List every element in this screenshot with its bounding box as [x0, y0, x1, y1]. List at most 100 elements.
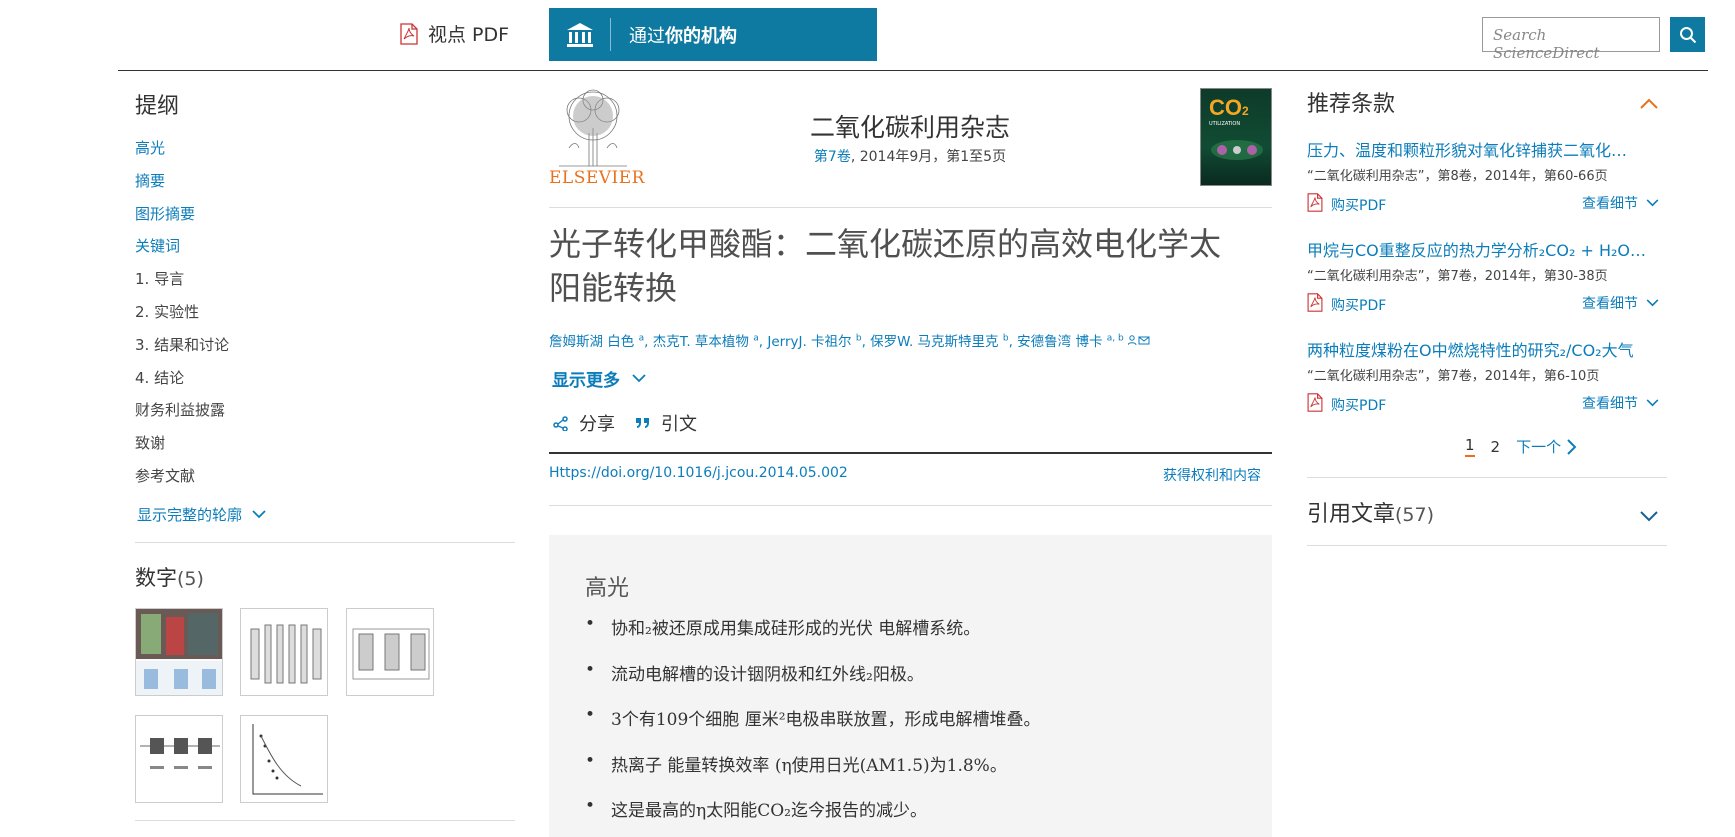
- top-bar: [118, 0, 1708, 71]
- highlights-title: 高光: [585, 576, 630, 601]
- chevron-right-icon: [1567, 438, 1577, 455]
- highlight-text: 3个有109个细胞 厘米²电极串联放置，形成电解槽堆叠。: [611, 710, 1041, 730]
- author-link[interactable]: 安德鲁湾 博卡: [1017, 334, 1102, 350]
- bullet: •: [585, 659, 596, 680]
- outline-item[interactable]: 1. 导言: [135, 268, 184, 289]
- chevron-down-icon: [1646, 195, 1659, 211]
- chevron-down-icon: [1646, 395, 1659, 411]
- divider: [135, 820, 515, 821]
- show-more-label: 显示更多: [552, 371, 620, 391]
- view-details-button[interactable]: 查看细节: [1582, 193, 1659, 213]
- show-more-button[interactable]: 显示更多: [552, 366, 646, 391]
- outline-item[interactable]: 高光: [135, 137, 165, 158]
- divider: [1307, 477, 1667, 478]
- volume-link[interactable]: 第7卷: [814, 149, 851, 165]
- cover-caption: UTILIZATION: [1209, 121, 1241, 127]
- author-list: 詹姆斯湖 白色 a, 杰克T. 草本植物 a, JerryJ. 卡祖尔 b, 保…: [549, 330, 1272, 350]
- outline-title: 提纲: [135, 94, 180, 119]
- buy-pdf-button[interactable]: 购买PDF: [1307, 393, 1386, 416]
- cite-label: 引文: [661, 414, 697, 435]
- view-details-label: 查看细节: [1582, 196, 1638, 212]
- buy-pdf-button[interactable]: 购买PDF: [1307, 193, 1386, 216]
- show-full-outline-button[interactable]: 显示完整的轮廓: [137, 504, 266, 525]
- view-details-button[interactable]: 查看细节: [1582, 293, 1659, 313]
- view-details-label: 查看细节: [1582, 396, 1638, 412]
- view-details-label: 查看细节: [1582, 296, 1638, 312]
- view-pdf-label: 视点 PDF: [428, 24, 510, 46]
- bullet: •: [585, 796, 596, 816]
- outline-item[interactable]: 2. 实验性: [135, 301, 199, 322]
- cited-by-title[interactable]: 引用文章(57): [1307, 496, 1434, 528]
- journal-cover[interactable]: CO2 UTILIZATION: [1200, 88, 1272, 186]
- outline-item[interactable]: 摘要: [135, 170, 165, 191]
- institution-label: 通过你的机构: [629, 25, 737, 47]
- outline-item[interactable]: 参考文献: [135, 465, 195, 486]
- divider: [549, 207, 1272, 208]
- figure-thumbnail-4[interactable]: [135, 715, 223, 803]
- share-icon: [553, 416, 568, 431]
- person-mail-icon[interactable]: [1124, 334, 1150, 350]
- pdf-icon: [1307, 293, 1323, 316]
- bullet: •: [585, 705, 596, 725]
- outline-item[interactable]: 图形摘要: [135, 203, 195, 224]
- bullet: •: [585, 750, 596, 771]
- figure-thumbnail-2[interactable]: [240, 608, 328, 696]
- expand-cited-button[interactable]: [1640, 507, 1658, 526]
- highlight-item: • 热离子 能量转换效率 (η使用日光(AM1.5)为1.8%。: [585, 751, 1007, 776]
- collapse-recommended-button[interactable]: [1640, 94, 1658, 113]
- chevron-up-icon: [1640, 98, 1658, 109]
- access-through-institution-button[interactable]: 通过你的机构: [549, 8, 877, 61]
- article-title: 光子转化甲酸酯：二氧化碳还原的高效电化学太阳能转换: [549, 225, 1222, 307]
- divider: [135, 542, 515, 543]
- author-link[interactable]: 保罗W. 马克斯特里克: [870, 334, 998, 350]
- view-details-button[interactable]: 查看细节: [1582, 393, 1659, 413]
- journal-title[interactable]: 二氧化碳利用杂志: [700, 108, 1120, 144]
- author-link[interactable]: JerryJ. 卡祖尔: [767, 334, 851, 350]
- divider: [549, 452, 1272, 454]
- cite-button[interactable]: 引文: [635, 410, 697, 436]
- affiliation-marker: b: [1002, 333, 1009, 344]
- buy-pdf-label: 购买PDF: [1331, 297, 1387, 314]
- outline-item[interactable]: 致谢: [135, 432, 165, 453]
- chevron-down-icon: [252, 510, 266, 519]
- author-link[interactable]: 詹姆斯湖 白色: [549, 334, 634, 350]
- view-pdf-button[interactable]: 视点 PDF: [400, 20, 509, 47]
- elsevier-wordmark[interactable]: ELSEVIER: [549, 168, 645, 188]
- next-page-button[interactable]: 下一个: [1516, 436, 1577, 457]
- quote-icon: [636, 418, 649, 428]
- rights-content-link[interactable]: 获得权利和内容: [1163, 465, 1261, 485]
- page-2-button[interactable]: 2: [1491, 438, 1501, 456]
- buy-pdf-label: 购买PDF: [1331, 197, 1387, 214]
- buy-pdf-button[interactable]: 购买PDF: [1307, 293, 1386, 316]
- recommended-article-link[interactable]: 甲烷与CO重整反应的热力学分析₂CO₂ + H₂O…: [1307, 237, 1667, 261]
- outline-item[interactable]: 4. 结论: [135, 367, 184, 388]
- figure-thumbnail-3[interactable]: [346, 608, 434, 696]
- affiliation-marker: a, b: [1106, 333, 1124, 344]
- search-input[interactable]: Search ScienceDirect: [1482, 17, 1660, 62]
- doi-link[interactable]: Https://doi.org/10.1016/j.jcou.2014.05.0…: [549, 465, 848, 481]
- pdf-icon: [1307, 393, 1323, 416]
- search-button[interactable]: [1670, 17, 1705, 52]
- recommended-article-meta: “二氧化碳利用杂志”，第8卷，2014年，第60-66页: [1307, 169, 1608, 184]
- author-link[interactable]: 杰克T. 草本植物: [653, 334, 749, 350]
- outline-item[interactable]: 关键词: [135, 235, 180, 256]
- affiliation-marker: a: [638, 333, 645, 344]
- next-label: 下一个: [1516, 438, 1562, 456]
- highlight-text: 协和₂被还原成用集成硅形成的光伏 电解槽系统。: [611, 619, 981, 639]
- buy-pdf-label: 购买PDF: [1331, 397, 1387, 414]
- figure-thumbnail-5[interactable]: [240, 715, 328, 803]
- recommended-article-meta: “二氧化碳利用杂志”，第7卷，2014年，第30-38页: [1307, 269, 1608, 284]
- share-button[interactable]: 分享: [553, 410, 615, 436]
- recommended-article-link[interactable]: 两种粒度煤粉在O中燃烧特性的研究₂/CO₂大气: [1307, 337, 1667, 361]
- outline-item[interactable]: 财务利益披露: [135, 399, 225, 420]
- pagination: 1 2 下一个: [1465, 436, 1577, 457]
- recommended-article-link[interactable]: 压力、温度和颗粒形貌对氧化锌捕获二氧化…: [1307, 137, 1667, 161]
- page-1-button[interactable]: 1: [1465, 436, 1475, 457]
- pdf-icon: [1307, 193, 1323, 216]
- figure-thumbnail-1[interactable]: [135, 608, 223, 696]
- chevron-down-icon: [1640, 511, 1658, 522]
- highlight-item: • 这是最高的η太阳能CO₂迄今报告的减少。: [585, 796, 927, 821]
- chevron-down-icon: [1646, 295, 1659, 311]
- divider: [1307, 545, 1667, 546]
- outline-item[interactable]: 3. 结果和讨论: [135, 334, 229, 355]
